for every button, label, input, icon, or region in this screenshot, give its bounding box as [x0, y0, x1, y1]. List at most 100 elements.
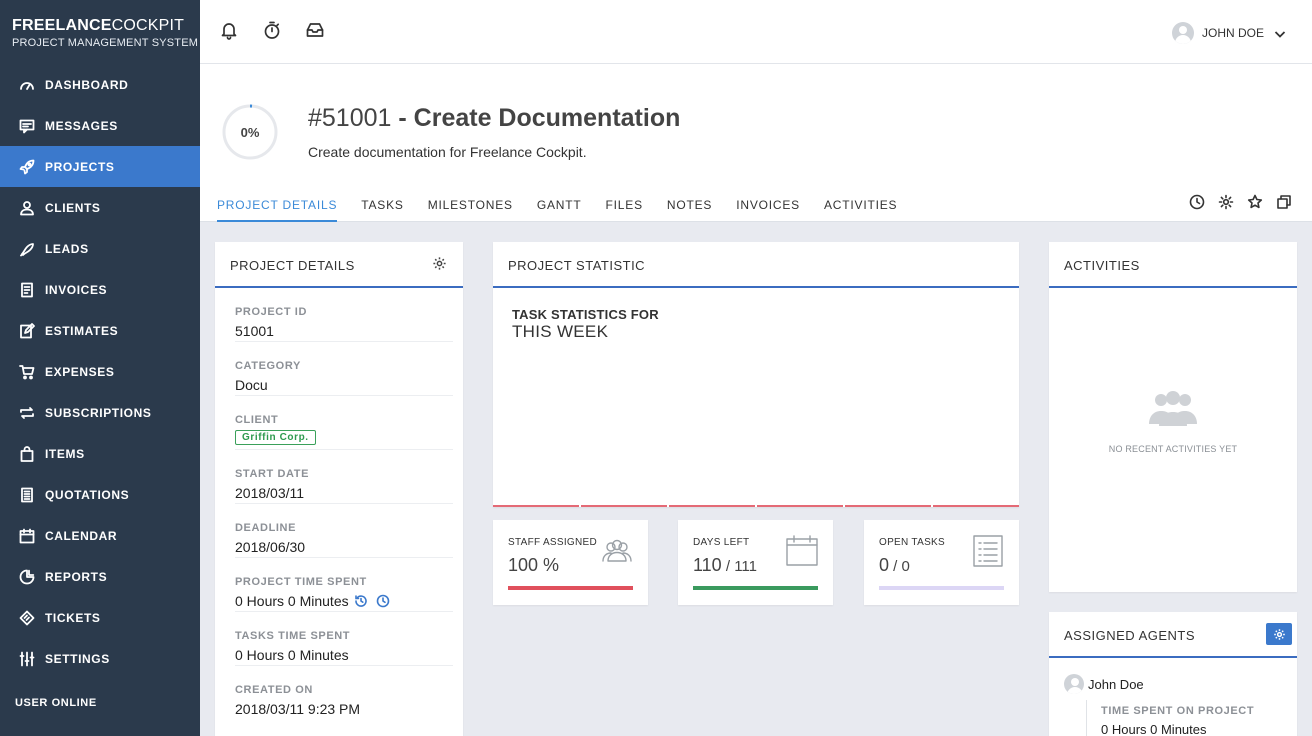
tab-project-details[interactable]: PROJECT DETAILS	[217, 195, 338, 222]
stat-bar	[693, 586, 818, 590]
agent-time-value: 0 Hours 0 Minutes	[1101, 722, 1207, 736]
detail-project-time: PROJECT TIME SPENT 0 Hours 0 Minutes	[235, 558, 453, 612]
sidebar-item-label: PROJECTS	[45, 159, 115, 174]
card-title: PROJECT DETAILS	[215, 242, 463, 288]
sidebar-item-settings[interactable]: SETTINGS	[0, 638, 200, 679]
sidebar-item-label: DASHBOARD	[45, 77, 129, 92]
sidebar-item-expenses[interactable]: EXPENSES	[0, 351, 200, 392]
detail-value: 2018/06/30	[235, 539, 306, 555]
sliders-icon	[18, 650, 36, 668]
clock-icon[interactable]	[1189, 194, 1207, 212]
bell-icon[interactable]	[219, 20, 239, 40]
copy-icon[interactable]	[1276, 194, 1294, 212]
agents-settings-button[interactable]	[1266, 623, 1292, 645]
sidebar-item-label: CALENDAR	[45, 528, 118, 543]
card-title: ACTIVITIES	[1049, 242, 1297, 288]
details-list: PROJECT ID 51001 CATEGORY Docu CLIENT Gr…	[215, 288, 463, 720]
sidebar-item-label: EXPENSES	[45, 364, 115, 379]
cart-icon	[18, 363, 36, 381]
client-badge[interactable]: Griffin Corp.	[235, 430, 316, 445]
page-title: #51001 - Create Documentation	[308, 104, 681, 132]
list-icon	[971, 534, 1005, 568]
detail-value: 0 Hours 0 Minutes	[235, 647, 349, 663]
users-icon	[600, 534, 634, 568]
sidebar-nav: DASHBOARD MESSAGES PROJECTS CLIENTS LEAD…	[0, 64, 200, 679]
sidebar-item-label: INVOICES	[45, 282, 108, 297]
detail-value: Docu	[235, 377, 268, 393]
sidebar-item-clients[interactable]: CLIENTS	[0, 187, 200, 228]
sidebar-item-leads[interactable]: LEADS	[0, 228, 200, 269]
sidebar-item-items[interactable]: ITEMS	[0, 433, 200, 474]
gear-icon[interactable]	[1218, 194, 1236, 212]
tab-files[interactable]: FILES	[606, 195, 643, 222]
detail-label: CREATED ON	[235, 684, 313, 696]
detail-project-id: PROJECT ID 51001	[235, 288, 453, 342]
project-statistic-card: PROJECT STATISTIC TASK STATISTICS FOR TH…	[493, 242, 1019, 507]
days-left-stat: DAYS LEFT 110 / 111	[678, 520, 833, 605]
brand[interactable]: FREELANCECOCKPIT PROJECT MANAGEMENT SYST…	[0, 0, 200, 64]
tab-activities[interactable]: ACTIVITIES	[824, 195, 897, 222]
stat-value: 0 / 0	[879, 555, 910, 575]
sidebar-item-invoices[interactable]: INVOICES	[0, 269, 200, 310]
time-spent-value: 0 Hours 0 Minutes	[235, 593, 349, 609]
card-title: PROJECT STATISTIC	[493, 242, 1019, 288]
estimate-icon	[18, 322, 36, 340]
sidebar-item-dashboard[interactable]: DASHBOARD	[0, 64, 200, 105]
staff-assigned-stat: STAFF ASSIGNED 100 %	[493, 520, 648, 605]
agent-entry: John Doe TIME SPENT ON PROJECT 0 Hours 0…	[1049, 658, 1297, 736]
sidebar: FREELANCECOCKPIT PROJECT MANAGEMENT SYST…	[0, 0, 200, 736]
detail-client: CLIENT Griffin Corp.	[235, 396, 453, 450]
detail-label: TASKS TIME SPENT	[235, 630, 351, 642]
avatar	[1064, 674, 1084, 694]
detail-created-on: CREATED ON 2018/03/11 9:23 PM	[235, 666, 453, 720]
clock-icon[interactable]	[376, 594, 390, 608]
user-menu[interactable]: JOHN DOE	[1171, 22, 1286, 44]
detail-label: PROJECT ID	[235, 306, 308, 318]
star-icon[interactable]	[1247, 194, 1265, 212]
avatar	[1171, 22, 1194, 44]
sidebar-item-quotations[interactable]: QUOTATIONS	[0, 474, 200, 515]
gear-icon[interactable]	[432, 256, 448, 272]
stat-label: DAYS LEFT	[693, 537, 750, 548]
sidebar-item-label: QUOTATIONS	[45, 487, 130, 502]
agent-time: TIME SPENT ON PROJECT 0 Hours 0 Minutes	[1086, 700, 1297, 736]
users-icon	[1146, 388, 1200, 428]
open-tasks-stat: OPEN TASKS 0 / 0	[864, 520, 1019, 605]
tab-gantt[interactable]: GANTT	[537, 195, 582, 222]
topbar: JOHN DOE	[200, 0, 1312, 64]
inbox-icon[interactable]	[305, 20, 325, 40]
project-description: Create documentation for Freelance Cockp…	[308, 144, 587, 160]
reports-icon	[18, 568, 36, 586]
tab-notes[interactable]: NOTES	[667, 195, 712, 222]
sidebar-item-reports[interactable]: REPORTS	[0, 556, 200, 597]
detail-deadline: DEADLINE 2018/06/30	[235, 504, 453, 558]
detail-value: 2018/03/11 9:23 PM	[235, 701, 361, 717]
history-icon[interactable]	[354, 594, 368, 608]
project-details-card: PROJECT DETAILS PROJECT ID 51001 CATEGOR…	[215, 242, 463, 736]
calendar-icon	[18, 527, 36, 545]
calendar-icon	[785, 534, 819, 568]
tab-invoices[interactable]: INVOICES	[736, 195, 800, 222]
agent-row[interactable]: John Doe	[1064, 674, 1297, 694]
detail-tasks-time: TASKS TIME SPENT 0 Hours 0 Minutes	[235, 612, 453, 666]
sidebar-item-calendar[interactable]: CALENDAR	[0, 515, 200, 556]
sidebar-item-estimates[interactable]: ESTIMATES	[0, 310, 200, 351]
sidebar-item-messages[interactable]: MESSAGES	[0, 105, 200, 146]
detail-value: 2018/03/11	[235, 485, 305, 501]
tab-milestones[interactable]: MILESTONES	[428, 195, 513, 222]
sidebar-item-label: SETTINGS	[45, 651, 110, 666]
sidebar-item-tickets[interactable]: TICKETS	[0, 597, 200, 638]
stat-label: STAFF ASSIGNED	[508, 537, 598, 548]
detail-start-date: START DATE 2018/03/11	[235, 450, 453, 504]
sidebar-item-label: SUBSCRIPTIONS	[45, 405, 152, 420]
tab-tasks[interactable]: TASKS	[361, 195, 403, 222]
brand-title: FREELANCECOCKPIT	[12, 17, 185, 34]
stopwatch-icon[interactable]	[262, 20, 282, 40]
detail-label: DEADLINE	[235, 522, 297, 534]
bag-icon	[18, 445, 36, 463]
stat-bar	[879, 586, 1004, 590]
sidebar-item-projects[interactable]: PROJECTS	[0, 146, 200, 187]
brand-subtitle: PROJECT MANAGEMENT SYSTEM	[12, 37, 199, 49]
sidebar-item-subscriptions[interactable]: SUBSCRIPTIONS	[0, 392, 200, 433]
tab-bar: PROJECT DETAILS TASKS MILESTONES GANTT F…	[217, 195, 921, 222]
